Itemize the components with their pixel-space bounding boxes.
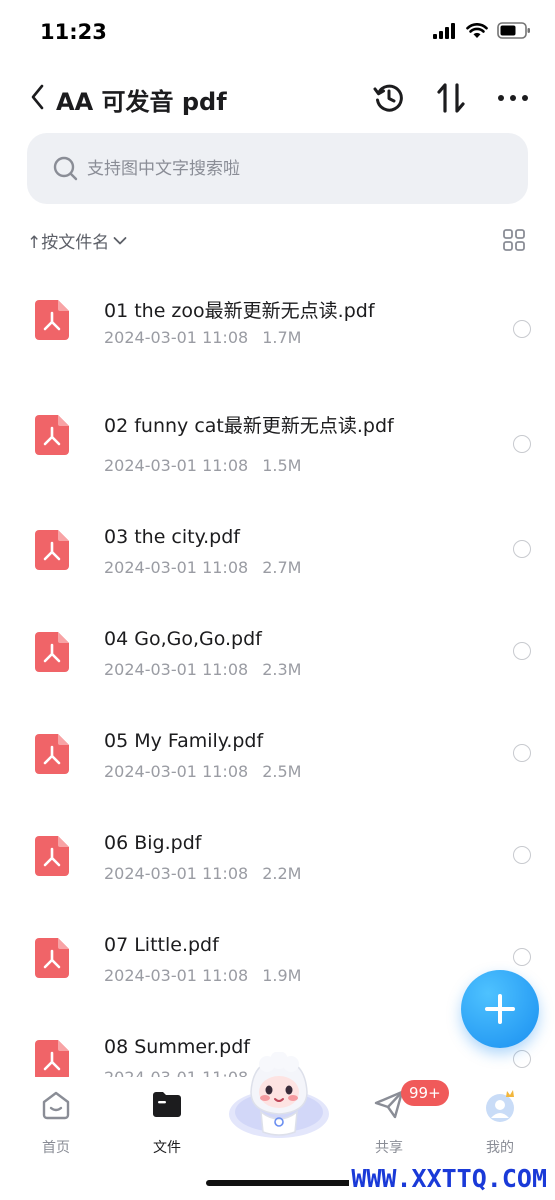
select-radio[interactable]: [513, 540, 531, 558]
file-size: 1.7M: [262, 328, 302, 347]
file-meta: 2024-03-01 11:08 2.2M: [104, 864, 301, 883]
pdf-file-icon: [35, 734, 69, 774]
tab-mine[interactable]: 我的: [460, 1087, 540, 1157]
tab-mine-label: 我的: [486, 1140, 514, 1156]
home-icon: [42, 1091, 70, 1120]
file-item[interactable]: 06 Big.pdf 2024-03-01 11:08 2.2M: [0, 826, 555, 916]
search-input[interactable]: [87, 133, 507, 204]
file-name: 01 the zoo最新更新无点读.pdf: [104, 300, 375, 322]
file-list: 01 the zoo最新更新无点读.pdf 2024-03-01 11:08 1.…: [0, 262, 555, 1077]
file-item[interactable]: 01 the zoo最新更新无点读.pdf 2024-03-01 11:08 1.…: [0, 290, 555, 380]
history-button[interactable]: [371, 80, 407, 116]
file-item[interactable]: 04 Go,Go,Go.pdf 2024-03-01 11:08 2.3M: [0, 622, 555, 712]
sort-label: ↑按文件名: [27, 233, 110, 253]
pdf-file-icon: [35, 632, 69, 672]
pdf-file-icon: [35, 415, 69, 455]
wifi-icon: [466, 22, 488, 38]
status-bar: 11:23: [0, 0, 555, 66]
file-meta: 2024-03-01 11:08 2.5M: [104, 762, 301, 781]
tab-files-label: 文件: [153, 1140, 181, 1156]
file-name: 03 the city.pdf: [104, 526, 240, 548]
select-radio[interactable]: [513, 642, 531, 660]
pdf-file-icon: [35, 1040, 69, 1077]
file-date: 2024-03-01 11:08: [104, 864, 249, 883]
mascot-assistant-button[interactable]: [225, 1051, 333, 1144]
tab-files[interactable]: 文件: [127, 1087, 207, 1157]
file-meta: 2024-03-01 11:08 1.9M: [104, 966, 301, 985]
watermark: WWW.XXTTQ.COM: [349, 1164, 549, 1193]
search-icon: [53, 156, 78, 181]
pdf-file-icon: [35, 300, 69, 340]
file-size: 1.9M: [262, 966, 302, 985]
file-size: 2.3M: [262, 660, 302, 679]
battery-icon: [497, 22, 530, 39]
file-date: 2024-03-01 11:08: [104, 660, 249, 679]
file-item[interactable]: 03 the city.pdf 2024-03-01 11:08 2.7M: [0, 520, 555, 610]
tab-share-label: 共享: [375, 1140, 403, 1156]
file-date: 2024-03-01 11:08: [104, 456, 249, 475]
grid-view-icon: [503, 229, 525, 251]
file-meta: 2024-03-01 11:08 1.5M: [104, 456, 301, 475]
chevron-down-icon: [113, 236, 127, 244]
file-size: 1.5M: [262, 456, 302, 475]
history-icon: [373, 84, 403, 112]
pdf-file-icon: [35, 530, 69, 570]
nav-bar: AA 可发音 pdf: [0, 70, 555, 126]
file-date: 2024-03-01 11:08: [104, 966, 249, 985]
page-title: AA 可发音 pdf: [56, 88, 227, 116]
chevron-left-icon: [31, 84, 44, 110]
file-name: 07 Little.pdf: [104, 934, 219, 956]
add-button[interactable]: [461, 970, 539, 1048]
file-item[interactable]: 05 My Family.pdf 2024-03-01 11:08 2.5M: [0, 724, 555, 814]
mascot-icon: [229, 1051, 329, 1138]
file-size: 2.2M: [262, 864, 302, 883]
file-name: 06 Big.pdf: [104, 832, 202, 854]
status-icons: [433, 22, 531, 39]
share-badge: 99+: [401, 1080, 449, 1106]
file-date: 2024-03-01 11:08: [104, 328, 249, 347]
select-radio[interactable]: [513, 744, 531, 762]
sort-bar: ↑按文件名: [0, 222, 555, 262]
file-date: 2024-03-01 11:08: [104, 762, 249, 781]
file-size: 2.5M: [262, 762, 302, 781]
plus-icon: [485, 994, 515, 1024]
file-name: 05 My Family.pdf: [104, 730, 264, 752]
pdf-file-icon: [35, 938, 69, 978]
file-size: 2.7M: [262, 558, 302, 577]
file-item[interactable]: 02 funny cat最新更新无点读.pdf 2024-03-01 11:08…: [0, 405, 555, 495]
file-meta: 2024-03-01 11:08 1.7M: [104, 328, 301, 347]
select-radio[interactable]: [513, 320, 531, 338]
sort-by-name-button[interactable]: ↑按文件名: [27, 228, 127, 253]
more-dots-icon: [498, 95, 528, 101]
back-button[interactable]: [28, 82, 52, 112]
home-indicator: [206, 1180, 358, 1186]
status-time: 11:23: [40, 20, 107, 44]
file-meta: 2024-03-01 11:08 2.7M: [104, 558, 301, 577]
avatar-crown-icon: [486, 1090, 514, 1122]
file-meta: 2024-03-01 11:08 2.3M: [104, 660, 301, 679]
file-name: 04 Go,Go,Go.pdf: [104, 628, 262, 650]
search-bar: [27, 133, 528, 204]
file-name: 02 funny cat最新更新无点读.pdf: [104, 415, 394, 437]
select-radio[interactable]: [513, 435, 531, 453]
more-button[interactable]: [495, 80, 531, 116]
pdf-file-icon: [35, 836, 69, 876]
sort-order-button[interactable]: [433, 80, 469, 116]
select-radio[interactable]: [513, 846, 531, 864]
cellular-signal-icon: [433, 22, 455, 39]
folder-icon: [153, 1092, 181, 1117]
file-date: 2024-03-01 11:08: [104, 558, 249, 577]
grid-view-button[interactable]: [503, 229, 525, 255]
tab-home[interactable]: 首页: [16, 1087, 96, 1157]
select-radio[interactable]: [513, 948, 531, 966]
tab-home-label: 首页: [42, 1140, 70, 1156]
select-radio[interactable]: [513, 1050, 531, 1068]
swap-vertical-icon: [437, 83, 465, 113]
